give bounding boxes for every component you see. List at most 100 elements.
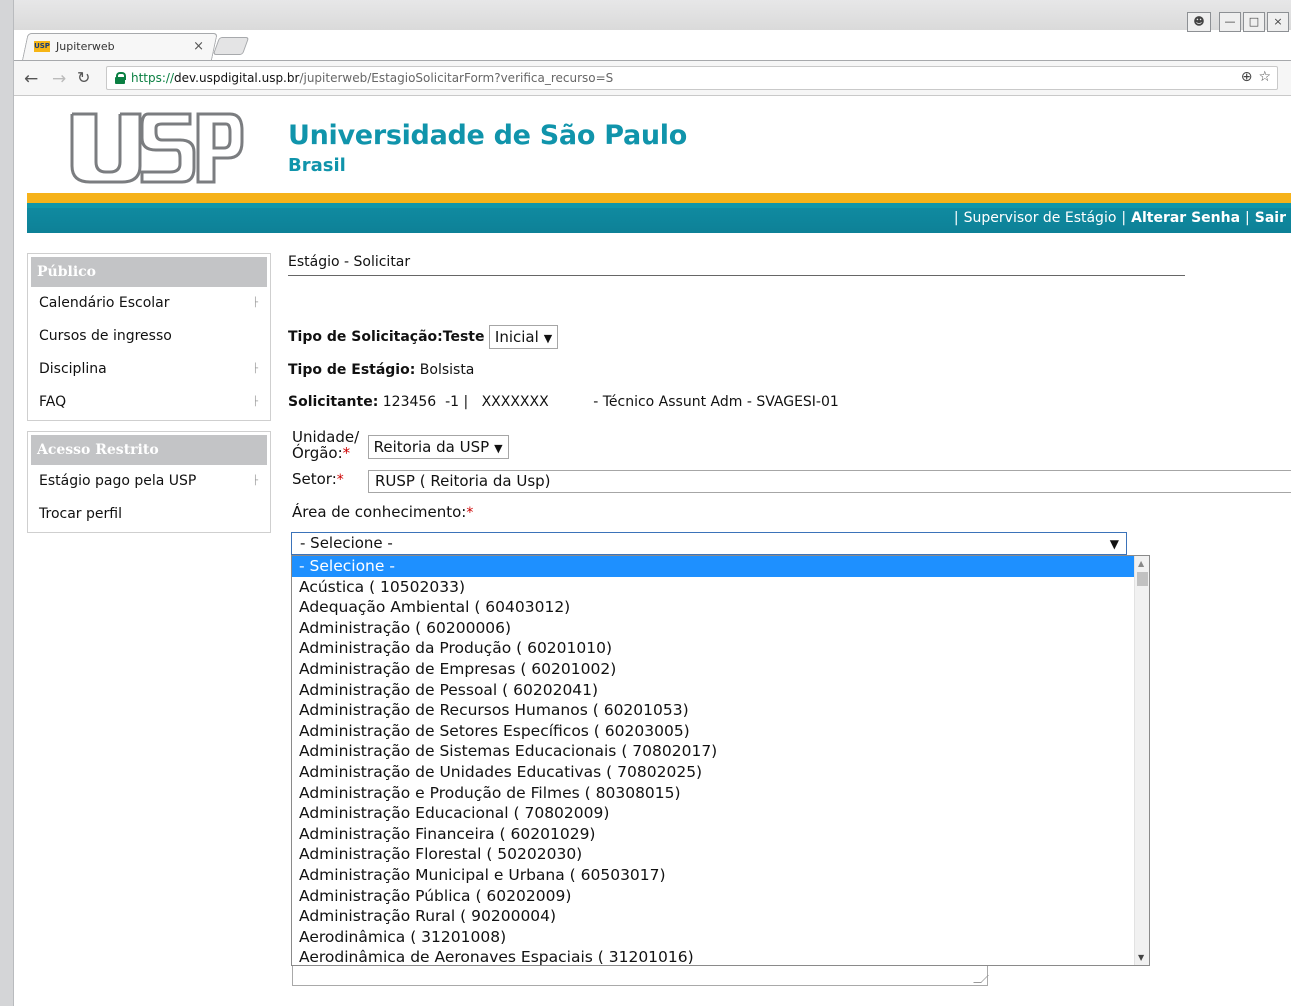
dropdown-option[interactable]: Aerodinâmica ( 31201008) bbox=[292, 927, 1136, 948]
dropdown-option[interactable]: Administração ( 60200006) bbox=[292, 618, 1136, 639]
window-controls: ☻ — □ × bbox=[1187, 12, 1289, 32]
dropdown-scrollbar[interactable]: ▲ ▼ bbox=[1134, 556, 1149, 965]
menu-alterar-senha[interactable]: Alterar Senha bbox=[1131, 210, 1240, 226]
sidebar-item-label: Calendário Escolar bbox=[39, 295, 170, 311]
required-marker: * bbox=[336, 472, 344, 488]
forward-arrow-icon[interactable]: → bbox=[52, 69, 66, 89]
dropdown-option[interactable]: Administração de Empresas ( 60201002) bbox=[292, 659, 1136, 680]
dropdown-option[interactable]: Administração de Pessoal ( 60202041) bbox=[292, 680, 1136, 701]
new-tab-button[interactable] bbox=[212, 37, 250, 55]
scroll-down-icon[interactable]: ▼ bbox=[1138, 953, 1144, 962]
unidade-select[interactable]: Reitoria da USP ▼ bbox=[367, 435, 509, 459]
setor-row: Setor:* bbox=[292, 470, 344, 488]
browser-tab[interactable]: USP Jupiterweb × bbox=[34, 34, 204, 59]
dropdown-option[interactable]: Administração Pública ( 60202009) bbox=[292, 886, 1136, 907]
minimize-icon[interactable]: — bbox=[1219, 12, 1241, 32]
dropdown-caret-icon: ▼ bbox=[494, 442, 503, 455]
url-host: dev.uspdigital.usp.br bbox=[174, 71, 300, 85]
sidebar-item-calendario-escolar[interactable]: Calendário Escolar ├ bbox=[28, 287, 270, 320]
close-window-icon[interactable]: × bbox=[1267, 12, 1289, 32]
maximize-icon[interactable]: □ bbox=[1243, 12, 1265, 32]
select-value: - Selecione - bbox=[300, 534, 393, 552]
dropdown-option[interactable]: Administração Rural ( 90200004) bbox=[292, 906, 1136, 927]
url-scheme: https:// bbox=[131, 71, 175, 85]
dropdown-option[interactable]: - Selecione - bbox=[292, 556, 1136, 577]
user-icon[interactable]: ☻ bbox=[1187, 12, 1211, 32]
sidebar-item-estagio-pago[interactable]: Estágio pago pela USP ├ bbox=[28, 465, 270, 498]
submenu-arrow-icon: ├ bbox=[252, 298, 258, 308]
browser-toolbar: ← → ↻ https:// dev.uspdigital.usp.br /ju… bbox=[14, 60, 1291, 96]
resize-grip-icon[interactable] bbox=[973, 975, 989, 983]
solicitante-value: 123456 -1 | XXXXXXX - Técnico Assunt Adm… bbox=[382, 394, 839, 410]
area-conhecimento-options: - Selecione - Acústica ( 10502033) Adequaç… bbox=[291, 555, 1150, 966]
submenu-arrow-icon: ├ bbox=[252, 397, 258, 407]
sidebar-item-label: Cursos de ingresso bbox=[39, 328, 172, 344]
select-value: Reitoria da USP bbox=[373, 438, 490, 456]
zoom-icon[interactable]: ⊕ bbox=[1241, 69, 1253, 85]
submenu-arrow-icon: ├ bbox=[252, 364, 258, 374]
dropdown-option[interactable]: Administração de Recursos Humanos ( 6020… bbox=[292, 700, 1136, 721]
top-menu: | Supervisor de Estágio | Alterar Senha | Sai… bbox=[953, 210, 1286, 226]
dropdown-option[interactable]: Administração e Produção de Filmes ( 803… bbox=[292, 783, 1136, 804]
dropdown-option[interactable]: Administração Florestal ( 50202030) bbox=[292, 844, 1136, 865]
window-left-edge bbox=[0, 0, 14, 1006]
dropdown-option[interactable]: Acústica ( 10502033) bbox=[292, 577, 1136, 598]
sidebar-item-faq[interactable]: FAQ ├ bbox=[28, 386, 270, 419]
area-conhecimento-label: Área de conhecimento: bbox=[292, 503, 467, 521]
setor-label: Setor: bbox=[292, 470, 337, 488]
dropdown-option[interactable]: Administração Financeira ( 60201029) bbox=[292, 824, 1136, 845]
setor-field[interactable]: RUSP ( Reitoria da Usp) bbox=[368, 470, 1291, 493]
sidebar-item-label: Disciplina bbox=[39, 361, 107, 377]
dropdown-option[interactable]: Administração de Unidades Educativas ( 7… bbox=[292, 762, 1136, 783]
tipo-estagio-row: Tipo de Estágio: Bolsista bbox=[288, 362, 474, 378]
sidebar-item-disciplina[interactable]: Disciplina ├ bbox=[28, 353, 270, 386]
dropdown-caret-icon: ▼ bbox=[1109, 537, 1119, 551]
dropdown-option[interactable]: Administração Municipal e Urbana ( 60503… bbox=[292, 865, 1136, 886]
usp-logo bbox=[70, 112, 244, 184]
bookmark-star-icon[interactable]: ☆ bbox=[1258, 69, 1271, 85]
dropdown-option[interactable]: Administração da Produção ( 60201010) bbox=[292, 638, 1136, 659]
solicitante-row: Solicitante: 123456 -1 | XXXXXXX - Técni… bbox=[288, 394, 839, 410]
header-band-yellow bbox=[27, 193, 1291, 203]
sidebar-item-label: Estágio pago pela USP bbox=[39, 473, 197, 489]
address-bar[interactable]: https:// dev.uspdigital.usp.br /jupiterw… bbox=[106, 66, 1278, 90]
sidebar-item-label: FAQ bbox=[39, 394, 67, 410]
solicitante-label: Solicitante: bbox=[288, 394, 379, 410]
required-marker: * bbox=[466, 505, 474, 521]
dropdown-option[interactable]: Adequação Ambiental ( 60403012) bbox=[292, 597, 1136, 618]
scroll-up-icon[interactable]: ▲ bbox=[1138, 559, 1144, 568]
site-subtitle: Brasil bbox=[288, 155, 346, 176]
sidebar-item-cursos-ingresso[interactable]: Cursos de ingresso bbox=[28, 320, 270, 353]
dropdown-option[interactable]: Administração de Setores Específicos ( 6… bbox=[292, 721, 1136, 742]
menu-sair[interactable]: Sair bbox=[1255, 210, 1286, 226]
breadcrumb: Estágio - Solicitar bbox=[288, 254, 411, 270]
select-value: Inicial bbox=[494, 328, 539, 346]
close-tab-icon[interactable]: × bbox=[193, 39, 204, 54]
tipo-estagio-label: Tipo de Estágio: bbox=[288, 362, 416, 378]
unidade-row: Unidade/ Órgão:* Reitoria da USP ▼ bbox=[292, 429, 509, 461]
observacao-textarea[interactable] bbox=[292, 966, 989, 986]
dropdown-option[interactable]: Administração Educacional ( 70802009) bbox=[292, 803, 1136, 824]
tab-title: Jupiterweb bbox=[56, 40, 115, 53]
tipo-solicitacao-row: Tipo de Solicitação:Teste Inicial ▼ bbox=[288, 325, 559, 349]
tipo-estagio-value: Bolsista bbox=[419, 362, 475, 378]
sidebar-item-label: Trocar perfil bbox=[39, 506, 122, 522]
breadcrumb-divider bbox=[288, 275, 1185, 276]
area-conhecimento-select[interactable]: - Selecione - ▼ bbox=[291, 532, 1127, 555]
options-list: - Selecione - Acústica ( 10502033) Adequaç… bbox=[292, 556, 1149, 965]
dropdown-option[interactable]: Aerodinâmica de Aeronaves Espaciais ( 31… bbox=[292, 947, 1136, 965]
dropdown-caret-icon: ▼ bbox=[543, 332, 553, 345]
submenu-arrow-icon: ├ bbox=[252, 476, 258, 486]
sidebar-publico-title: Público bbox=[31, 257, 267, 287]
scrollbar-thumb[interactable] bbox=[1137, 572, 1148, 586]
reload-icon[interactable]: ↻ bbox=[77, 68, 90, 87]
sidebar-item-trocar-perfil[interactable]: Trocar perfil bbox=[28, 498, 270, 531]
tipo-solicitacao-select[interactable]: Inicial ▼ bbox=[488, 325, 559, 349]
dropdown-option[interactable]: Administração de Sistemas Educacionais (… bbox=[292, 741, 1136, 762]
setor-value: RUSP ( Reitoria da Usp) bbox=[375, 472, 551, 490]
tipo-solicitacao-label: Tipo de Solicitação:Teste bbox=[288, 329, 485, 345]
lock-icon bbox=[115, 72, 126, 84]
menu-supervisor-estagio[interactable]: Supervisor de Estágio bbox=[964, 210, 1117, 226]
sidebar-acesso-restrito: Acesso Restrito Estágio pago pela USP ├ … bbox=[27, 431, 271, 533]
back-arrow-icon[interactable]: ← bbox=[24, 69, 38, 89]
